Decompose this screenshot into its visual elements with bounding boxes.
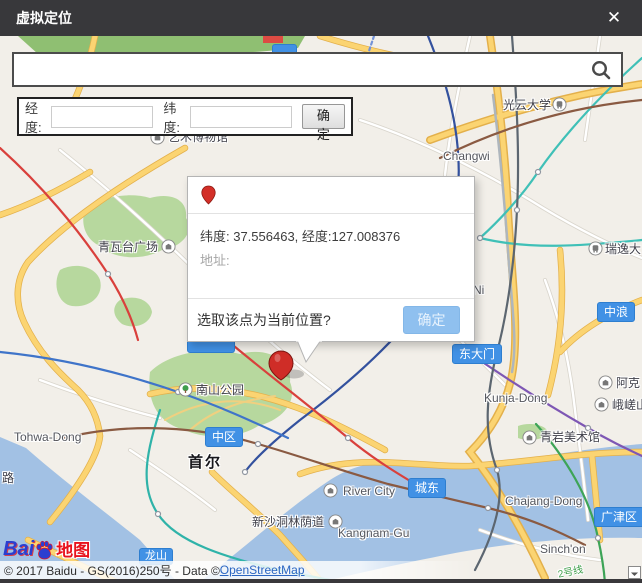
map-label: Changwi <box>443 149 490 163</box>
venue-icon <box>598 375 613 390</box>
popup-address: 地址: <box>200 250 462 269</box>
location-popup: 纬度: 37.556463, 经度:127.008376 地址: 选取该点为当前… <box>187 176 475 342</box>
close-button[interactable]: ✕ <box>598 0 630 36</box>
map-label: 青瓦台广场 <box>98 240 158 254</box>
map-label: 新沙洞林荫道 <box>252 515 324 529</box>
city-label: 首尔 <box>188 456 222 470</box>
pin-icon <box>201 185 216 205</box>
popup-body: 纬度: 37.556463, 经度:127.008376 地址: <box>188 214 474 298</box>
map-label: Kangnam-Gu <box>338 526 409 540</box>
metro-icon <box>588 241 603 256</box>
popup-header <box>188 177 474 214</box>
dialog-title: 虚拟定位 <box>16 8 72 28</box>
search-icon <box>590 59 612 81</box>
search-bar <box>12 52 623 87</box>
baidu-paw-icon <box>34 540 55 561</box>
window-bottom-edge <box>0 579 642 583</box>
attribution-bar: © 2017 Baidu - GS(2016)250号 - Data © Ope… <box>0 561 474 579</box>
latitude-label: 纬度: <box>163 98 187 136</box>
map-label: Chajang-Dong <box>505 494 582 508</box>
map-label: Kunja-Dong <box>484 391 547 405</box>
map-label: 瑞逸大 <box>605 242 641 256</box>
map-label: River City <box>343 484 395 498</box>
district-badge: 城东 <box>408 478 446 498</box>
copyright-text: © 2017 Baidu - GS(2016)250号 - Data © <box>4 562 220 579</box>
longitude-input[interactable] <box>51 106 153 128</box>
park-icon <box>178 382 193 397</box>
metro-icon <box>552 97 567 112</box>
search-input[interactable] <box>14 54 581 85</box>
venue-icon <box>161 239 176 254</box>
map-label: 路 <box>2 471 14 485</box>
popup-question: 选取该点为当前位置? <box>197 310 331 330</box>
latitude-input[interactable] <box>190 106 292 128</box>
osm-link[interactable]: OpenStreetMap <box>220 563 305 577</box>
virtual-location-dialog: 光云大学 Changwi 瑞逸大 中浪 东大门 Kunja-Dong 阿克 峨嵯… <box>0 0 642 583</box>
map-label: 阿克 <box>616 376 640 390</box>
title-bar: 虚拟定位 ✕ <box>0 0 642 36</box>
map-label: 光云大学 <box>503 98 551 112</box>
map-label: 青岩美术馆 <box>540 430 600 444</box>
venue-icon <box>522 430 537 445</box>
baidu-logo-map-text: 地图 <box>56 536 90 561</box>
map-label: Tohwa-Dong <box>14 430 81 444</box>
longitude-label: 经度: <box>25 98 49 136</box>
popup-confirm-button[interactable]: 确定 <box>403 306 460 334</box>
district-badge: 广津区 <box>594 507 642 527</box>
coordinate-panel: 经度: 纬度: 确定 <box>17 97 353 136</box>
district-badge: 中区 <box>205 427 243 447</box>
district-badge: 东大门 <box>452 344 502 364</box>
popup-footer: 选取该点为当前位置? 确定 <box>188 298 474 341</box>
map-label: Sinch'on <box>540 542 586 556</box>
baidu-logo-text: Bai <box>3 538 34 561</box>
map-arrow-control[interactable] <box>628 566 641 579</box>
map-label: 南山公园 <box>196 383 244 397</box>
baidu-logo: Bai 地图 <box>3 536 90 561</box>
map-label: 峨嵯山 <box>612 398 642 412</box>
popup-coordinates: 纬度: 37.556463, 经度:127.008376 <box>200 226 462 245</box>
venue-icon <box>323 483 338 498</box>
district-badge: 中浪 <box>597 302 635 322</box>
coord-confirm-button[interactable]: 确定 <box>302 104 345 129</box>
popup-tail <box>295 340 323 364</box>
venue-icon <box>594 397 609 412</box>
arrow-icon <box>631 569 638 576</box>
search-button[interactable] <box>581 54 621 85</box>
